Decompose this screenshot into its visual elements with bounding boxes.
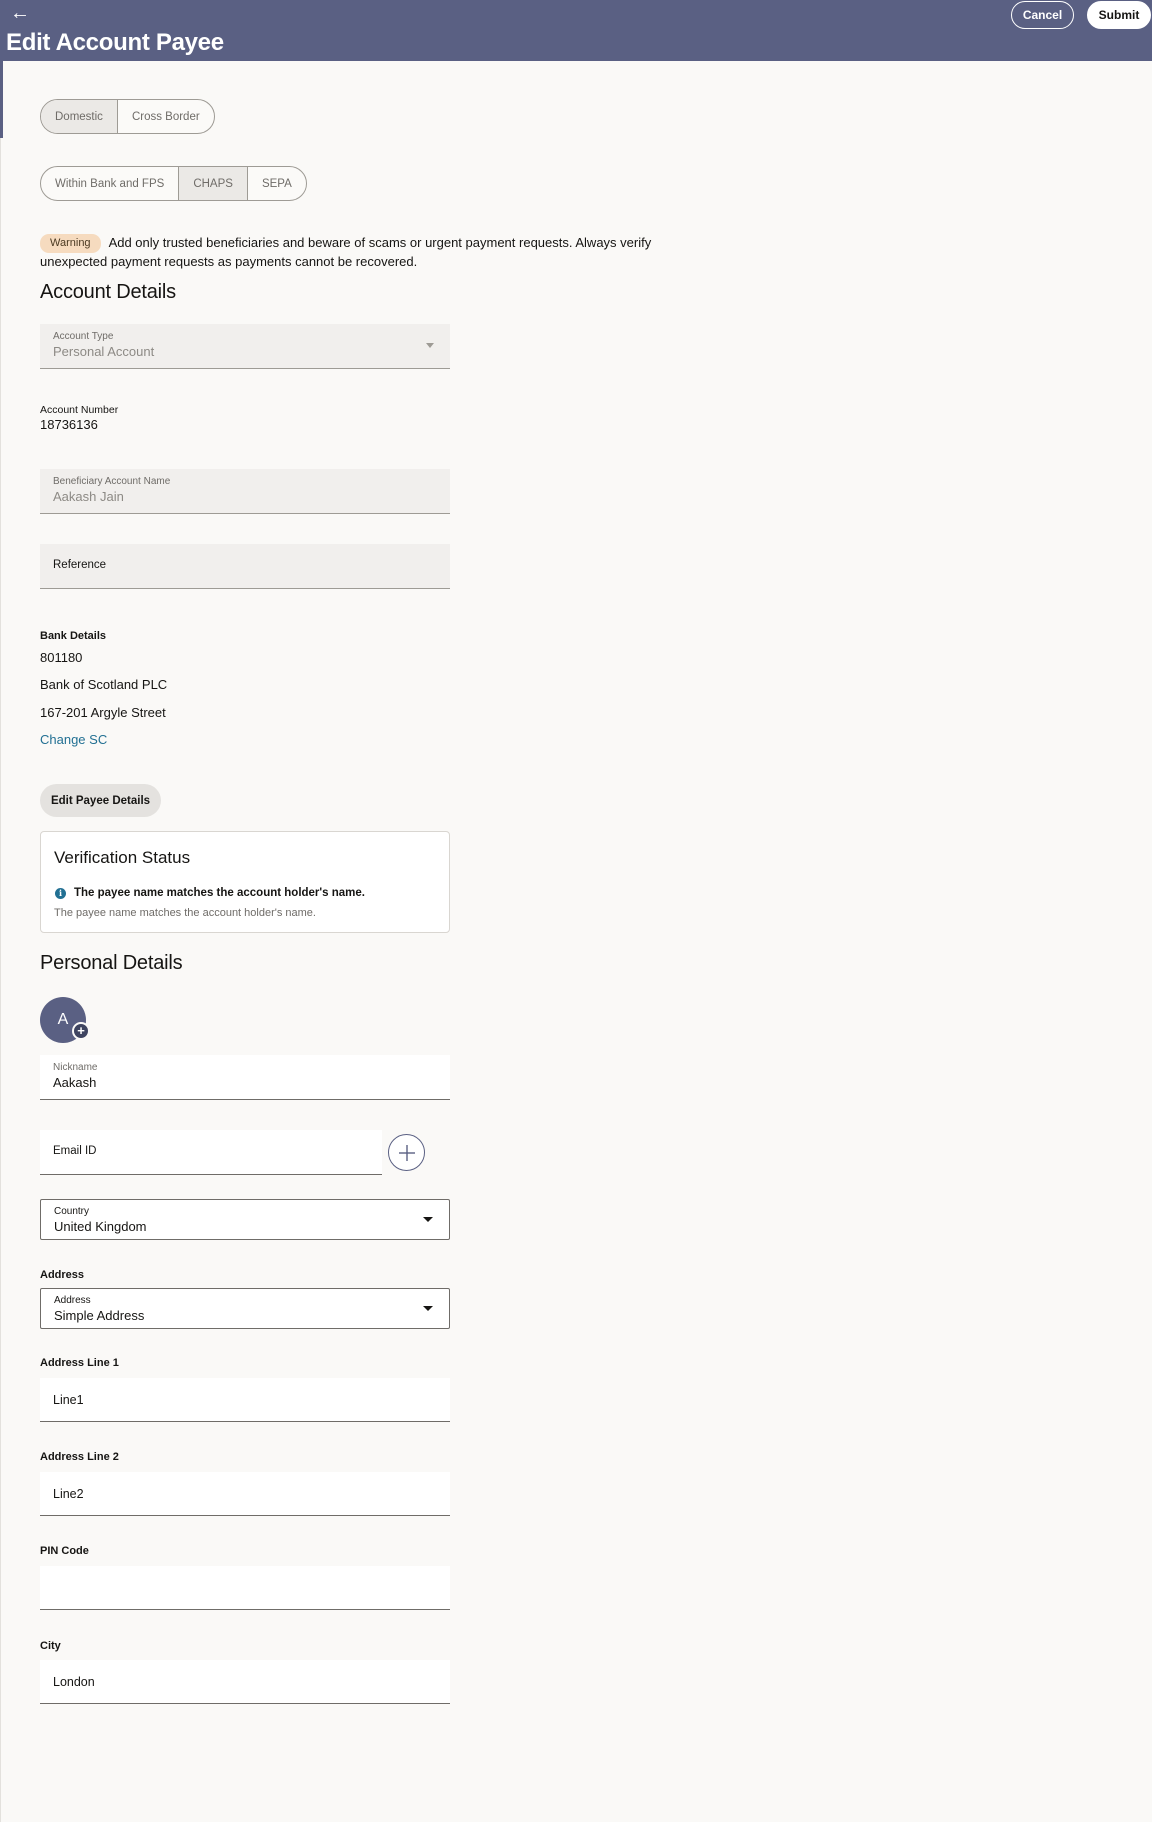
address-line2-value: Line2 xyxy=(53,1487,84,1501)
address-type-select[interactable]: Address Simple Address xyxy=(40,1288,450,1329)
account-type-label: Account Type xyxy=(53,331,114,342)
account-details-heading: Account Details xyxy=(40,281,176,303)
verification-subtext: The payee name matches the account holde… xyxy=(54,907,316,919)
back-arrow-icon[interactable]: ← xyxy=(10,2,30,25)
email-label: Email ID xyxy=(53,1145,97,1157)
plus-icon xyxy=(398,1144,415,1161)
warning-badge: Warning xyxy=(40,234,101,253)
toggle-domestic[interactable]: Domestic xyxy=(41,100,118,133)
toggle-sepa[interactable]: SEPA xyxy=(248,167,306,200)
region-toggle: Domestic Cross Border xyxy=(40,99,215,134)
address-line1-input[interactable]: Line1 xyxy=(40,1378,450,1422)
account-number-label: Account Number xyxy=(40,404,119,416)
city-value: London xyxy=(53,1675,95,1689)
address-type-value: Simple Address xyxy=(54,1308,145,1323)
email-input[interactable]: Email ID xyxy=(40,1130,382,1175)
address-line1-value: Line1 xyxy=(53,1393,84,1407)
submit-button[interactable]: Submit xyxy=(1087,1,1151,29)
account-type-select[interactable]: Account Type Personal Account xyxy=(40,324,450,369)
bank-address: 167-201 Argyle Street xyxy=(40,705,166,720)
country-select[interactable]: Country United Kingdom xyxy=(40,1199,450,1240)
verification-message: The payee name matches the account holde… xyxy=(74,887,365,899)
address-type-label: Address xyxy=(54,1295,91,1306)
cancel-button[interactable]: Cancel xyxy=(1011,1,1074,29)
bank-details-label: Bank Details xyxy=(40,630,107,642)
reference-input[interactable]: Reference xyxy=(40,544,450,589)
pin-code-label: PIN Code xyxy=(40,1545,89,1557)
toggle-cross-border[interactable]: Cross Border xyxy=(118,100,214,133)
bank-name: Bank of Scotland PLC xyxy=(40,677,168,692)
warning-text: Add only trusted beneficiaries and bewar… xyxy=(40,235,652,269)
pin-code-input[interactable] xyxy=(40,1566,450,1610)
beneficiary-name-label: Beneficiary Account Name xyxy=(53,476,171,487)
app-header: ← Edit Account Payee Cancel Submit xyxy=(0,0,1152,61)
warning-message: Warning Add only trusted beneficiaries an… xyxy=(40,234,720,271)
nickname-value: Aakash xyxy=(53,1075,97,1090)
country-label: Country xyxy=(54,1206,90,1217)
nickname-label: Nickname xyxy=(53,1062,98,1073)
edit-payee-details-button[interactable]: Edit Payee Details xyxy=(40,784,161,817)
beneficiary-name-field: Beneficiary Account Name Aakash Jain xyxy=(40,469,450,514)
address-line1-label: Address Line 1 xyxy=(40,1357,119,1369)
account-number-value: 18736136 xyxy=(40,417,98,432)
network-toggle: Within Bank and FPS CHAPS SEPA xyxy=(40,166,307,201)
city-label: City xyxy=(40,1640,61,1652)
address-section-label: Address xyxy=(40,1269,85,1281)
toggle-within-bank-fps[interactable]: Within Bank and FPS xyxy=(41,167,180,200)
add-email-button[interactable] xyxy=(388,1134,425,1171)
bank-sort-code: 801180 xyxy=(40,650,83,665)
nickname-input[interactable]: Nickname Aakash xyxy=(40,1055,450,1100)
chevron-down-icon xyxy=(423,1306,433,1311)
account-type-value: Personal Account xyxy=(53,344,155,359)
left-divider xyxy=(0,138,1,1822)
page-title: Edit Account Payee xyxy=(6,29,224,56)
city-input[interactable]: London xyxy=(40,1660,450,1704)
info-icon: i xyxy=(55,888,66,899)
change-sort-code-link[interactable]: Change SC xyxy=(40,732,107,747)
left-accent-bar xyxy=(0,61,3,138)
beneficiary-name-value: Aakash Jain xyxy=(53,489,124,504)
add-photo-icon[interactable]: + xyxy=(72,1022,90,1040)
verification-title: Verification Status xyxy=(54,848,191,867)
reference-label: Reference xyxy=(53,559,107,571)
country-value: United Kingdom xyxy=(54,1219,147,1234)
address-line2-input[interactable]: Line2 xyxy=(40,1472,450,1516)
address-line2-label: Address Line 2 xyxy=(40,1451,119,1463)
verification-status-card: Verification Status i The payee name mat… xyxy=(40,831,450,933)
chevron-down-icon xyxy=(423,1217,433,1222)
toggle-chaps[interactable]: CHAPS xyxy=(179,167,248,200)
chevron-down-icon xyxy=(426,343,434,348)
personal-details-heading: Personal Details xyxy=(40,952,183,974)
